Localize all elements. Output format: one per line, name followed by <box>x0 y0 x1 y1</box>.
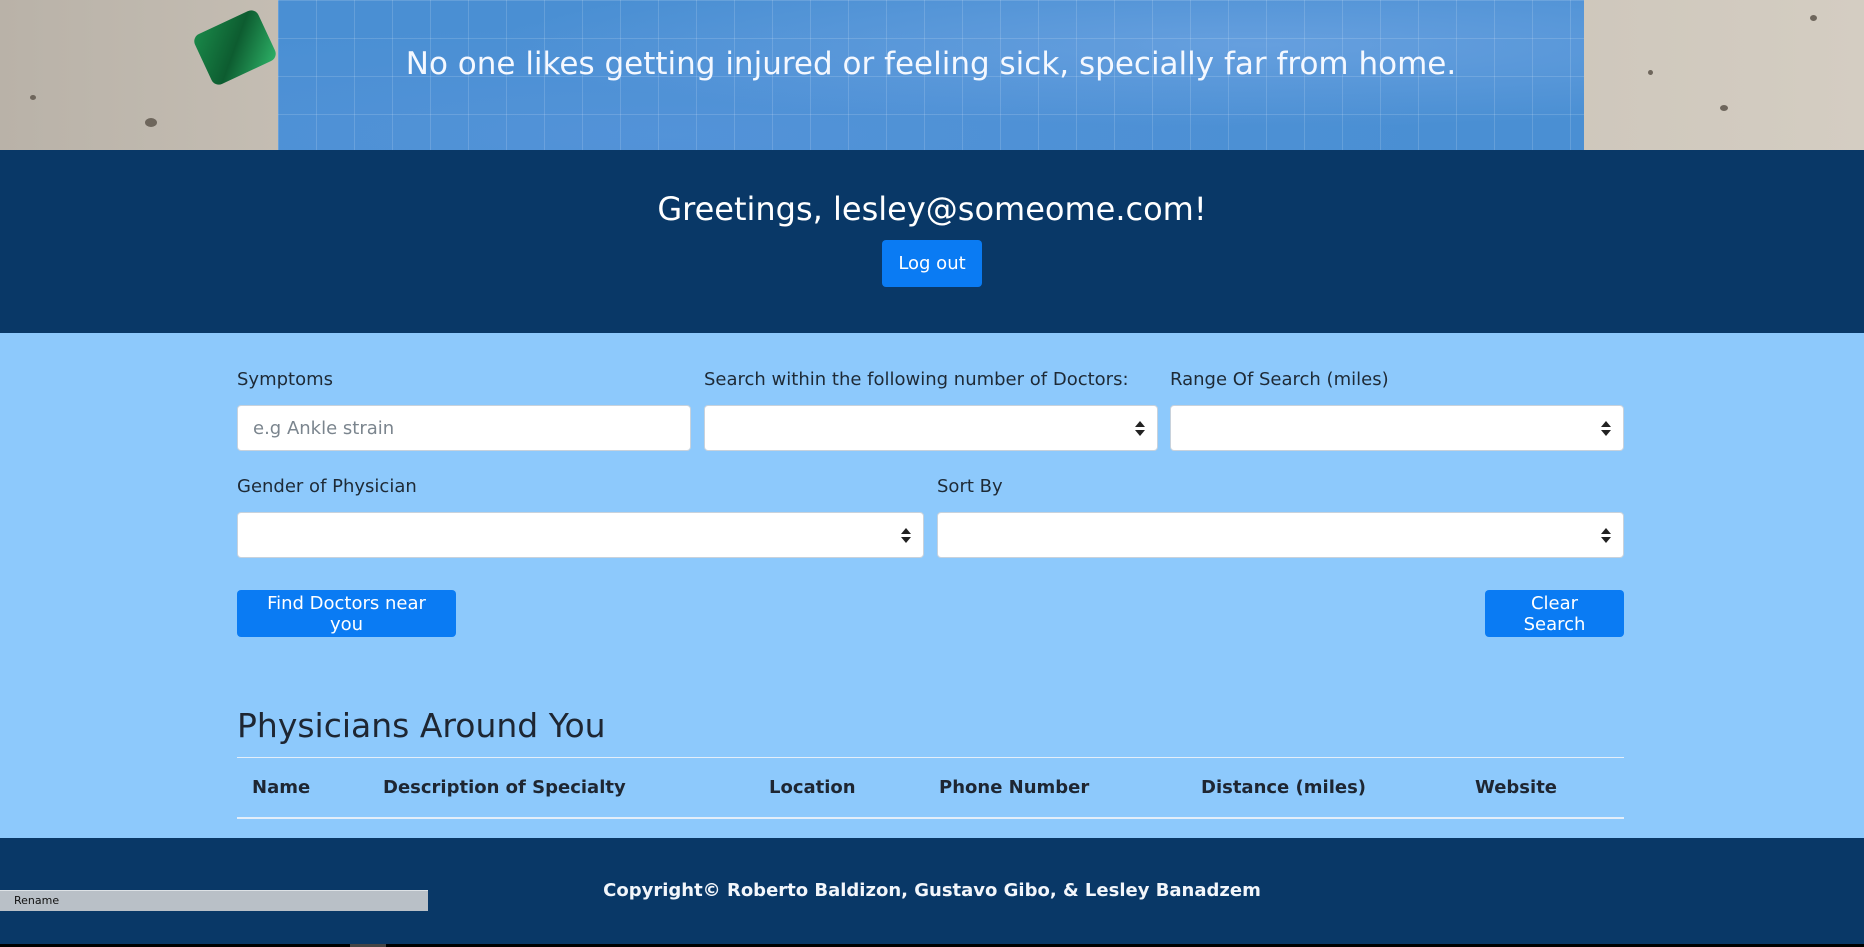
column-header-phone: Phone Number <box>939 777 1090 798</box>
hero-background-decoration <box>30 95 36 100</box>
select-arrows-icon <box>1135 419 1145 439</box>
clear-search-button[interactable]: Clear Search <box>1485 590 1624 637</box>
logout-button[interactable]: Log out <box>882 240 982 287</box>
hero-tagline: No one likes getting injured or feeling … <box>405 46 1457 82</box>
column-header-specialty: Description of Specialty <box>383 777 626 798</box>
column-header-location: Location <box>769 777 856 798</box>
hero-panel: No one likes getting injured or feeling … <box>278 0 1584 150</box>
column-header-distance: Distance (miles) <box>1201 777 1367 798</box>
hero-background-decoration <box>1720 105 1728 111</box>
symptoms-label: Symptoms <box>237 369 334 390</box>
hero-banner: No one likes getting injured or feeling … <box>0 0 1864 150</box>
results-table-header: Name Description of Specialty Location P… <box>237 757 1624 819</box>
hero-background-decoration <box>191 7 279 88</box>
hero-background-decoration <box>1810 15 1817 21</box>
rename-tooltip: Rename <box>0 890 428 911</box>
symptoms-input[interactable] <box>237 405 691 451</box>
select-arrows-icon <box>1601 419 1611 439</box>
hero-background-decoration <box>145 118 157 127</box>
results-title: Physicians Around You <box>237 706 606 745</box>
hero-background-decoration <box>1648 70 1653 75</box>
gender-label: Gender of Physician <box>237 476 417 497</box>
range-label: Range Of Search (miles) <box>1170 369 1389 390</box>
column-header-name: Name <box>252 777 311 798</box>
gender-select[interactable] <box>237 512 924 558</box>
sort-label: Sort By <box>937 476 1003 497</box>
greeting-heading: Greetings, lesley@someome.com! <box>657 190 1207 228</box>
doctors-count-label: Search within the following number of Do… <box>704 369 1129 390</box>
select-arrows-icon <box>901 526 911 546</box>
column-header-website: Website <box>1475 777 1558 798</box>
select-arrows-icon <box>1601 526 1611 546</box>
search-section: Symptoms Search within the following num… <box>0 333 1864 838</box>
doctors-count-select[interactable] <box>704 405 1158 451</box>
find-doctors-button[interactable]: Find Doctors near you <box>237 590 456 637</box>
greeting-section: Greetings, lesley@someome.com! Log out <box>0 150 1864 333</box>
range-select[interactable] <box>1170 405 1624 451</box>
sort-select[interactable] <box>937 512 1624 558</box>
